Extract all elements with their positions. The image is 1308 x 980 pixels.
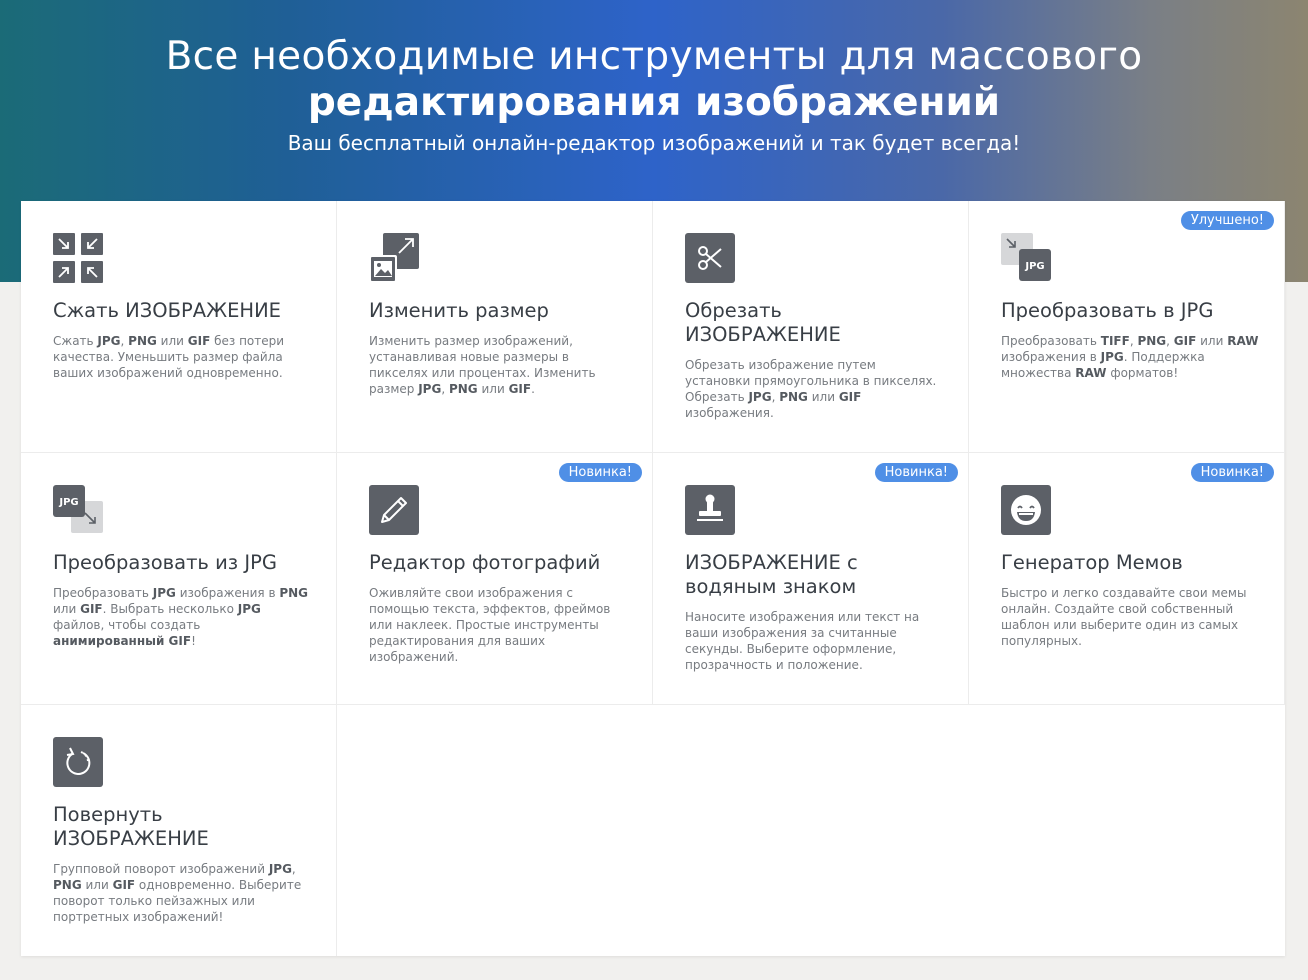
format-name: JPG [152,586,176,600]
rotate-icon [53,737,105,789]
resize-icon [369,233,421,285]
hero-title-line1: Все необходимые инструменты для массовог… [165,34,1143,79]
format-name: PNG [1137,334,1167,348]
format-name: PNG [53,878,82,892]
format-name: TIFF [1100,334,1130,348]
format-name: RAW [1075,366,1107,380]
convert-to-jpg-icon: JPG [1001,233,1053,285]
tool-card-watermark[interactable]: Новинка! ИЗОБРАЖЕНИЕ с водяным знаком На… [653,453,969,705]
desc-text: Преобразовать [53,586,153,600]
format-name: JPG [748,390,772,404]
desc-text: или [807,390,839,404]
desc-text: Групповой поворот изображений [53,862,269,876]
desc-text: форматов! [1106,366,1179,380]
tool-title: Редактор фотографий [369,551,601,574]
tool-card-resize[interactable]: Изменить размер Изменить размер изображе… [337,201,653,453]
tool-card-photo-editor[interactable]: Новинка! Редактор фотографий Оживляйте с… [337,453,653,705]
tool-description: Сжать JPG, PNG или GIF без потери качест… [53,333,311,381]
tool-description: Наносите изображения или текст на ваши и… [685,609,943,673]
tool-title: Повернуть ИЗОБРАЖЕНИЕ [53,803,209,850]
desc-text: или [156,334,188,348]
tool-description: Изменить размер изображений, устанавлива… [369,333,627,397]
scissors-icon [685,233,737,285]
desc-text: Оживляйте свои изображения с помощью тек… [369,586,611,664]
tool-title: Генератор Мемов [1001,551,1183,574]
tool-card-compress[interactable]: Сжать ИЗОБРАЖЕНИЕ Сжать JPG, PNG или GIF… [21,201,337,453]
desc-text: Наносите изображения или текст на ваши и… [685,610,920,672]
desc-text: или [477,382,509,396]
tool-card-meme-generator[interactable]: Новинка! Генератор Мемов Быстро и легко … [969,453,1285,705]
desc-text: Сжать [53,334,98,348]
tool-description: Оживляйте свои изображения с помощью тек… [369,585,627,665]
desc-text: ! [191,634,196,648]
hero-subtitle: Ваш бесплатный онлайн-редактор изображен… [287,131,1021,155]
desc-text: . Выбрать несколько [102,602,238,616]
format-name: JPG [237,602,261,616]
format-name: анимированный GIF [53,634,192,648]
tool-card-rotate[interactable]: Повернуть ИЗОБРАЖЕНИЕ Групповой поворот … [21,705,337,956]
desc-text: . [531,382,535,396]
svg-text:JPG: JPG [58,497,78,508]
meme-face-icon [1001,485,1053,537]
tool-description: Обрезать изображение путем установки пря… [685,357,943,421]
pencil-icon [369,485,421,537]
desc-text: изображения в [175,586,280,600]
desc-text: , [1166,334,1174,348]
new-badge: Новинка! [1190,463,1274,482]
desc-text: Быстро и легко создавайте свои мемы онла… [1001,586,1247,648]
format-name: GIF [112,878,136,892]
desc-text: , [291,862,296,876]
format-name: PNG [448,382,478,396]
tool-title: Изменить размер [369,299,549,322]
desc-text: или [53,602,81,616]
format-name: GIF [80,602,103,616]
tool-card-convert-from-jpg[interactable]: JPG Преобразовать из JPG Преобразовать J… [21,453,337,705]
tool-title: ИЗОБРАЖЕНИЕ с водяным знаком [685,551,858,598]
tool-card-convert-to-jpg[interactable]: Улучшено! JPG Преобразовать в JPG Преобр… [969,201,1285,453]
improved-badge: Улучшено! [1180,211,1274,230]
tool-title: Сжать ИЗОБРАЖЕНИЕ [53,299,281,322]
format-name: JPG [268,862,292,876]
hero-title-line2: редактирования изображений [307,80,1001,125]
format-name: GIF [508,382,532,396]
tool-description: Преобразовать TIFF, PNG, GIF или RAW изо… [1001,333,1259,381]
desc-text: или [81,878,113,892]
format-name: JPG [1100,350,1124,364]
compress-icon [53,233,105,285]
tool-card-crop[interactable]: Обрезать ИЗОБРАЖЕНИЕ Обрезать изображени… [653,201,969,453]
svg-text:JPG: JPG [1024,261,1044,272]
tool-description: Групповой поворот изображений JPG, PNG и… [53,861,311,925]
format-name: GIF [187,334,211,348]
desc-text: изображения в [1001,350,1101,364]
convert-from-jpg-icon: JPG [53,485,105,537]
format-name: PNG [128,334,157,348]
format-name: PNG [279,586,309,600]
tool-description: Преобразовать JPG изображения в PNG или … [53,585,311,649]
desc-text: изображения. [685,406,774,420]
format-name: PNG [779,390,808,404]
format-name: GIF [1173,334,1197,348]
new-badge: Новинка! [558,463,642,482]
desc-text: , [441,382,449,396]
tool-title: Преобразовать из JPG [53,551,277,574]
format-name: GIF [838,390,862,404]
format-name: RAW [1227,334,1259,348]
desc-text: Преобразовать [1001,334,1101,348]
desc-text: или [1196,334,1228,348]
format-name: JPG [97,334,121,348]
desc-text: файлов, чтобы создать [53,618,201,632]
stamp-icon [685,485,737,537]
new-badge: Новинка! [874,463,958,482]
tool-title: Преобразовать в JPG [1001,299,1214,322]
tools-panel: Сжать ИЗОБРАЖЕНИЕ Сжать JPG, PNG или GIF… [21,201,1285,956]
tool-description: Быстро и легко создавайте свои мемы онла… [1001,585,1259,649]
format-name: JPG [418,382,442,396]
tool-title: Обрезать ИЗОБРАЖЕНИЕ [685,299,841,346]
